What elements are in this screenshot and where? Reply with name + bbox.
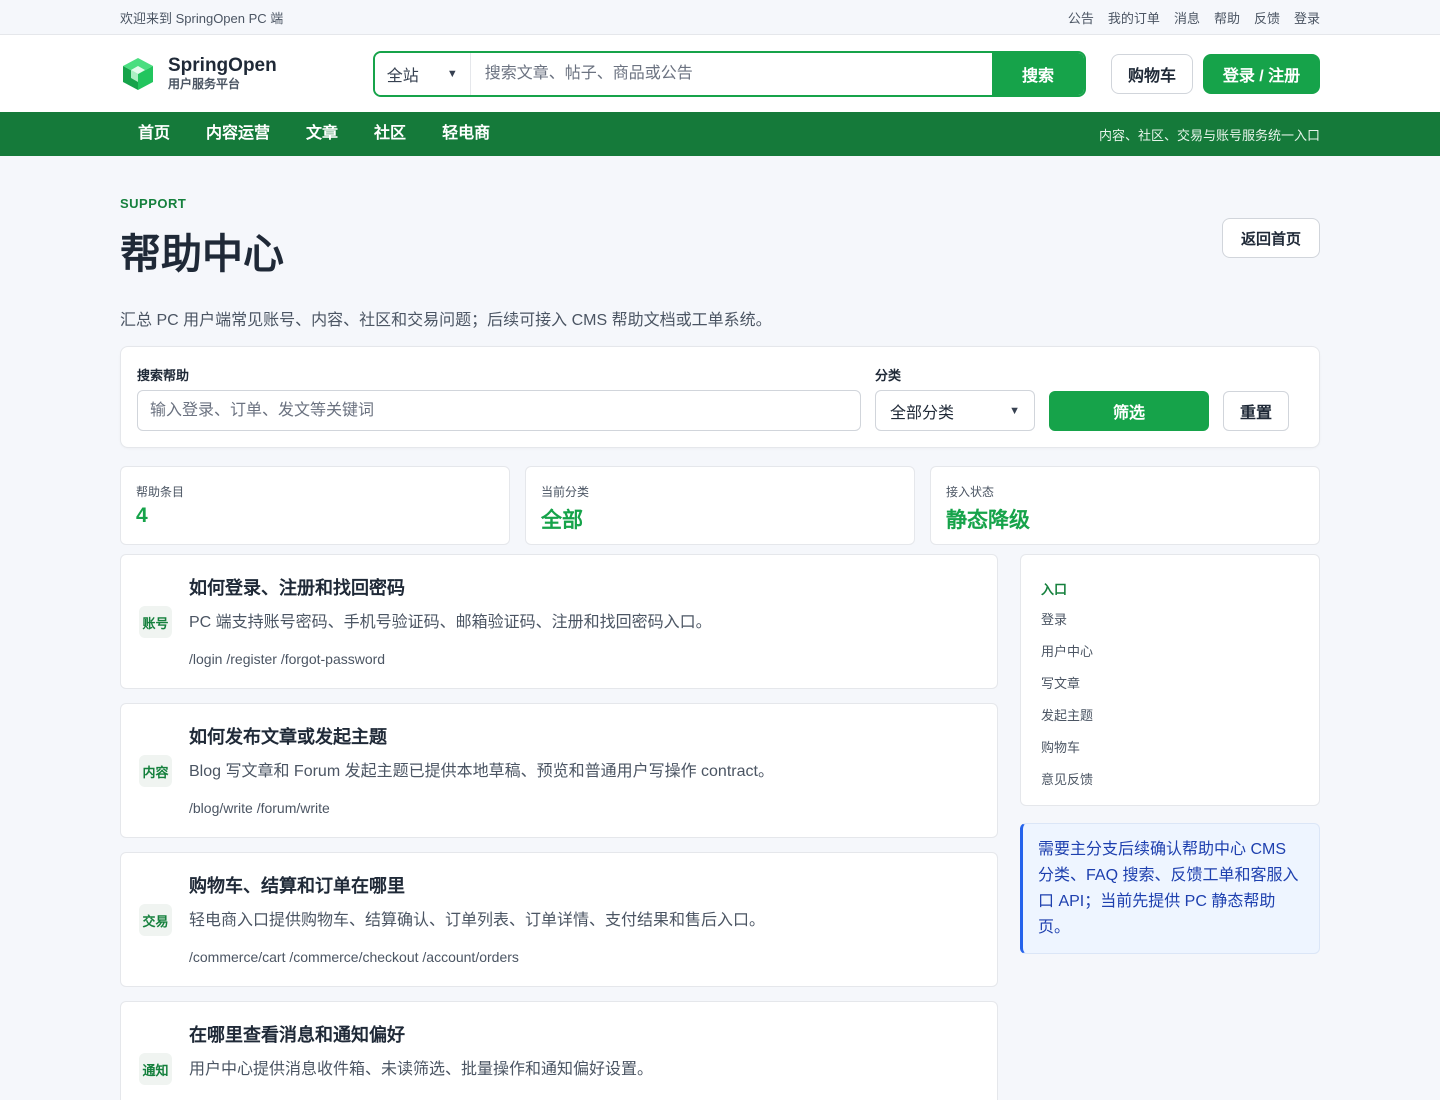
help-item-title[interactable]: 在哪里查看消息和通知偏好: [189, 1021, 405, 1047]
utility-link-announcement[interactable]: 公告: [1068, 8, 1094, 27]
entry-link-new-topic[interactable]: 发起主题: [1041, 700, 1299, 732]
nav-item-content-ops[interactable]: 内容运营: [188, 112, 288, 156]
category-badge: 交易: [139, 904, 172, 936]
help-item-paths: /commerce/cart /commerce/checkout /accou…: [189, 949, 519, 965]
category-badge: 账号: [139, 606, 172, 638]
help-item-title[interactable]: 购物车、结算和订单在哪里: [189, 872, 405, 898]
page-description: 汇总 PC 用户端常见账号、内容、社区和交易问题；后续可接入 CMS 帮助文档或…: [120, 312, 772, 329]
brand-subtitle: 用户服务平台: [168, 77, 241, 91]
stat-label: 帮助条目: [136, 485, 185, 499]
stat-value: 全部: [541, 509, 583, 532]
help-item-description: 用户中心提供消息收件箱、未读筛选、批量操作和通知偏好设置。: [189, 1061, 654, 1078]
entry-links-heading: 入口: [1041, 582, 1068, 597]
stat-label: 接入状态: [946, 485, 995, 499]
search-scope-select[interactable]: 全站 ▼: [374, 52, 471, 95]
main-area: 账号 如何登录、注册和找回密码 PC 端支持账号密码、手机号验证码、邮箱验证码、…: [120, 554, 1320, 1100]
help-item-description: 轻电商入口提供购物车、结算确认、订单列表、订单详情、支付结果和售后入口。: [189, 912, 766, 929]
stats-row: 帮助条目 4 当前分类 全部 接入状态 静态降级: [120, 466, 1320, 545]
entry-link-user-center[interactable]: 用户中心: [1041, 636, 1299, 668]
page-content: SUPPORT 帮助中心 返回首页 汇总 PC 用户端常见账号、内容、社区和交易…: [120, 156, 1320, 1100]
stat-card-count: 帮助条目 4: [120, 466, 510, 545]
main-nav: 首页 内容运营 文章 社区 轻电商 内容、社区、交易与账号服务统一入口: [0, 112, 1440, 156]
category-label: 分类: [875, 368, 902, 383]
cube-logo-icon: [120, 56, 156, 92]
help-search-label: 搜索帮助: [137, 368, 190, 383]
brand-name: SpringOpen: [168, 55, 277, 76]
search-button[interactable]: 搜索: [992, 52, 1084, 95]
help-item-paths: /login /register /forgot-password: [189, 651, 386, 667]
site-header: SpringOpen 用户服务平台 全站 ▼ 搜索 购物车 登录 / 注册: [0, 35, 1440, 112]
top-utility-bar: 欢迎来到 SpringOpen PC 端 公告 我的订单 消息 帮助 反馈 登录: [0, 0, 1440, 35]
integration-notice: 需要主分支后续确认帮助中心 CMS 分类、FAQ 搜索、反馈工单和客服入口 AP…: [1020, 823, 1320, 954]
nav-item-home[interactable]: 首页: [120, 112, 188, 156]
page-title: 帮助中心: [120, 231, 284, 277]
utility-link-login[interactable]: 登录: [1294, 8, 1320, 27]
utility-links: 公告 我的订单 消息 帮助 反馈 登录: [1068, 8, 1320, 27]
help-item-description: PC 端支持账号密码、手机号验证码、邮箱验证码、注册和找回密码入口。: [189, 614, 712, 631]
entry-link-cart[interactable]: 购物车: [1041, 732, 1299, 764]
nav-item-commerce[interactable]: 轻电商: [424, 112, 508, 156]
category-select-value: 全部分类: [890, 404, 955, 422]
utility-link-feedback[interactable]: 反馈: [1254, 8, 1280, 27]
global-search: 全站 ▼ 搜索: [372, 50, 1086, 97]
login-register-button[interactable]: 登录 / 注册: [1203, 53, 1320, 94]
entry-link-feedback[interactable]: 意见反馈: [1041, 764, 1299, 796]
nav-item-articles[interactable]: 文章: [288, 112, 356, 156]
stat-value: 4: [136, 504, 148, 527]
help-item-title[interactable]: 如何发布文章或发起主题: [189, 723, 387, 749]
brand-text: SpringOpen 用户服务平台: [168, 55, 277, 92]
stat-card-category: 当前分类 全部: [525, 466, 915, 545]
global-search-input[interactable]: [470, 52, 992, 95]
page-eyebrow: SUPPORT: [120, 196, 187, 211]
help-item[interactable]: 交易 购物车、结算和订单在哪里 轻电商入口提供购物车、结算确认、订单列表、订单详…: [120, 852, 998, 987]
help-item-paths: /blog/write /forum/write: [189, 800, 330, 816]
sidebar: 入口 登录 用户中心 写文章 发起主题 购物车 意见反馈 需要主分支后续确认帮助…: [1020, 554, 1320, 1100]
welcome-text: 欢迎来到 SpringOpen PC 端: [120, 10, 284, 26]
utility-link-my-orders[interactable]: 我的订单: [1108, 8, 1160, 27]
help-item-title[interactable]: 如何登录、注册和找回密码: [189, 574, 405, 600]
stat-card-status: 接入状态 静态降级: [930, 466, 1320, 545]
category-badge: 内容: [139, 755, 172, 787]
entry-links-card: 入口 登录 用户中心 写文章 发起主题 购物车 意见反馈: [1020, 554, 1320, 806]
entry-link-login[interactable]: 登录: [1041, 604, 1299, 636]
help-item[interactable]: 账号 如何登录、注册和找回密码 PC 端支持账号密码、手机号验证码、邮箱验证码、…: [120, 554, 998, 689]
back-home-button[interactable]: 返回首页: [1222, 218, 1320, 258]
stat-value: 静态降级: [946, 509, 1030, 532]
help-item-description: Blog 写文章和 Forum 发起主题已提供本地草稿、预览和普通用户写操作 c…: [189, 763, 774, 780]
utility-link-messages[interactable]: 消息: [1174, 8, 1200, 27]
chevron-down-icon: ▼: [1009, 404, 1020, 417]
nav-items: 首页 内容运营 文章 社区 轻电商: [120, 112, 508, 156]
search-scope-value: 全站: [386, 67, 419, 85]
help-item[interactable]: 通知 在哪里查看消息和通知偏好 用户中心提供消息收件箱、未读筛选、批量操作和通知…: [120, 1001, 998, 1100]
stat-label: 当前分类: [541, 485, 590, 499]
cart-button[interactable]: 购物车: [1111, 53, 1193, 94]
help-item-list: 账号 如何登录、注册和找回密码 PC 端支持账号密码、手机号验证码、邮箱验证码、…: [120, 554, 998, 1100]
page-header: SUPPORT 帮助中心 返回首页 汇总 PC 用户端常见账号、内容、社区和交易…: [120, 156, 1320, 346]
header-actions: 购物车 登录 / 注册: [1111, 53, 1320, 94]
chevron-down-icon: ▼: [446, 67, 458, 80]
filter-button[interactable]: 筛选: [1049, 391, 1209, 431]
help-item[interactable]: 内容 如何发布文章或发起主题 Blog 写文章和 Forum 发起主题已提供本地…: [120, 703, 998, 838]
help-search-input[interactable]: [137, 390, 861, 431]
nav-item-community[interactable]: 社区: [356, 112, 424, 156]
reset-button[interactable]: 重置: [1223, 391, 1289, 431]
brand-logo[interactable]: SpringOpen 用户服务平台: [120, 55, 373, 92]
category-select[interactable]: 全部分类 ▼: [875, 390, 1035, 431]
entry-link-write-article[interactable]: 写文章: [1041, 668, 1299, 700]
help-filter-card: 搜索帮助 分类 全部分类 ▼ 筛选 重置: [120, 346, 1320, 448]
utility-link-help[interactable]: 帮助: [1214, 8, 1240, 27]
category-badge: 通知: [139, 1053, 172, 1085]
nav-slogan: 内容、社区、交易与账号服务统一入口: [1098, 127, 1320, 143]
